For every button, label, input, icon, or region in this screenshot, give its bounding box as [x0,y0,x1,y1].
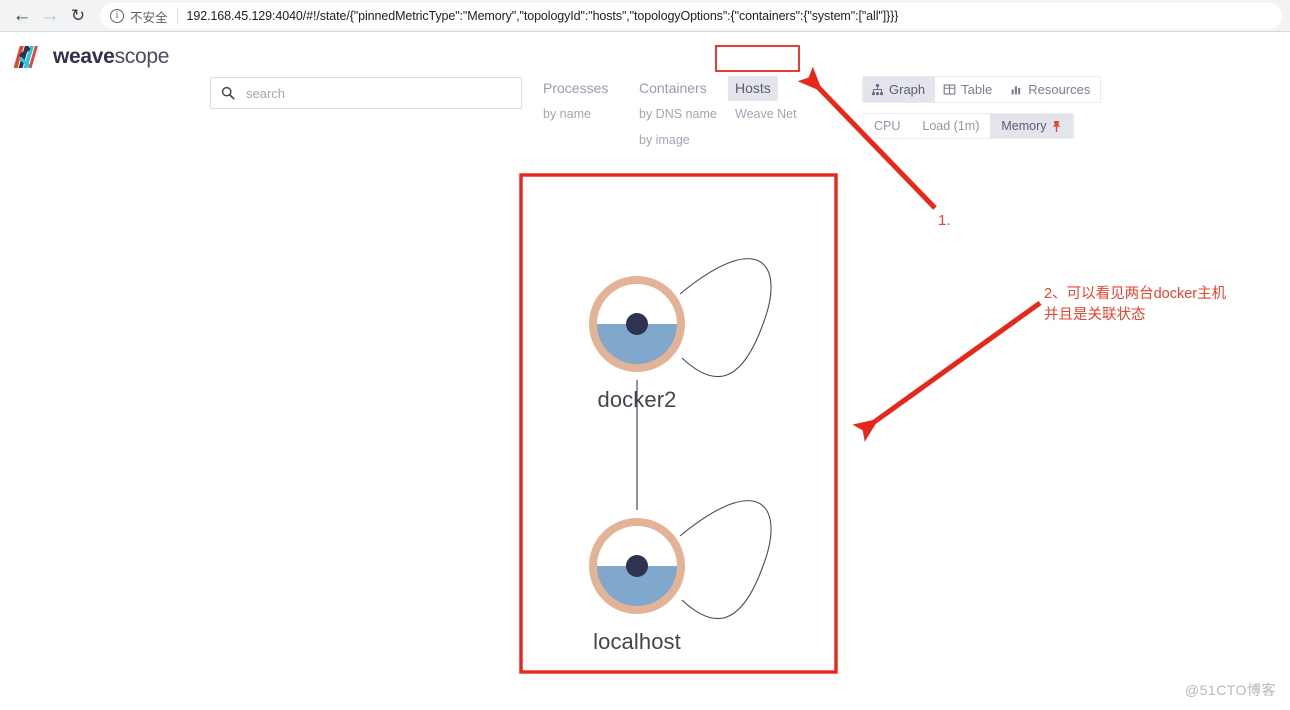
watermark: @51CTO博客 [1184,682,1276,698]
metric-memory[interactable]: Memory [990,114,1073,138]
omnibox-divider [176,8,178,24]
topology-subtab-by-image[interactable]: by image [632,127,728,153]
table-icon [943,84,956,95]
view-mode-resources[interactable]: Resources [1002,77,1101,102]
view-controls: Graph Table Resources CPU Load (1m) Memo… [862,76,1102,139]
metric-load-label: Load (1m) [922,119,980,133]
search-input[interactable] [246,85,496,101]
view-mode-table-label: Table [961,82,993,97]
graph-node-localhost[interactable] [589,518,685,614]
topology-subtab-by-name[interactable]: by name [536,101,632,127]
topology-group-processes: Processes by name [536,76,632,153]
annotation-label-2-line2: 并且是关联状态 [1044,307,1146,323]
edge-self-loop-localhost[interactable] [679,500,772,619]
edge-self-loop-docker2[interactable] [679,258,772,377]
topology-nav: Processes by name Containers by DNS name… [536,76,830,153]
metric-memory-label: Memory [1001,119,1047,133]
info-circle-icon[interactable]: i [110,9,124,23]
weave-scope-app: docker2 localhost weavescope search Proc… [0,32,1290,710]
graph-icon [871,83,884,96]
graph-node-label-docker2[interactable]: docker2 [437,387,837,413]
annotation-label-2: 2、可以看见两台docker主机 并且是关联状态 [1044,284,1226,326]
brand-logo[interactable]: weavescope [14,42,169,72]
browser-toolbar: ← → ↻ i 不安全 192.168.45.129:4040/#!/state… [0,0,1290,32]
address-bar[interactable]: i 不安全 192.168.45.129:4040/#!/state/{"pin… [100,3,1282,29]
topology-group-hosts: Hosts Weave Net [728,76,830,153]
brand-name-bold: weave [53,45,115,68]
graph-node-label-localhost[interactable]: localhost [437,629,837,655]
back-arrow-icon[interactable]: ← [8,2,36,30]
topology-subtab-weave-net[interactable]: Weave Net [728,101,830,127]
forward-arrow-icon[interactable]: → [36,2,64,30]
metric-cpu-label: CPU [874,119,901,133]
weave-scope-logo-icon [14,46,38,68]
resources-icon [1011,86,1021,95]
view-mode-graph-label: Graph [889,82,926,97]
metric-selector-group: CPU Load (1m) Memory [862,113,1074,139]
topology-tab-containers[interactable]: Containers [632,76,714,101]
graph-node-docker2[interactable] [589,276,685,372]
view-mode-resources-label: Resources [1028,82,1091,97]
brand-name: weavescope [53,45,169,69]
security-status-label: 不安全 [130,10,168,25]
url-text: 192.168.45.129:4040/#!/state/{"pinnedMet… [186,9,899,23]
metric-cpu[interactable]: CPU [863,114,912,138]
search-icon [221,86,235,100]
metric-load-1m[interactable]: Load (1m) [911,114,991,138]
topology-tab-processes[interactable]: Processes [536,76,615,101]
view-mode-graph[interactable]: Graph [863,77,936,102]
topology-subtab-by-dns-name[interactable]: by DNS name [632,101,728,127]
annotation-label-2-line1: 2、可以看见两台docker主机 [1044,286,1227,302]
app-header: weavescope Processes by name Containers … [0,32,1290,147]
topology-tab-hosts[interactable]: Hosts [728,76,778,101]
brand-name-light: scope [114,45,170,68]
pin-icon[interactable] [1051,120,1062,133]
annotation-label-1: 1. [938,212,951,229]
search-box[interactable] [210,77,522,109]
topology-group-containers: Containers by DNS name by image [632,76,728,153]
view-mode-group: Graph Table Resources [862,76,1102,103]
reload-icon[interactable]: ↻ [64,2,92,30]
view-mode-table[interactable]: Table [935,77,1003,102]
